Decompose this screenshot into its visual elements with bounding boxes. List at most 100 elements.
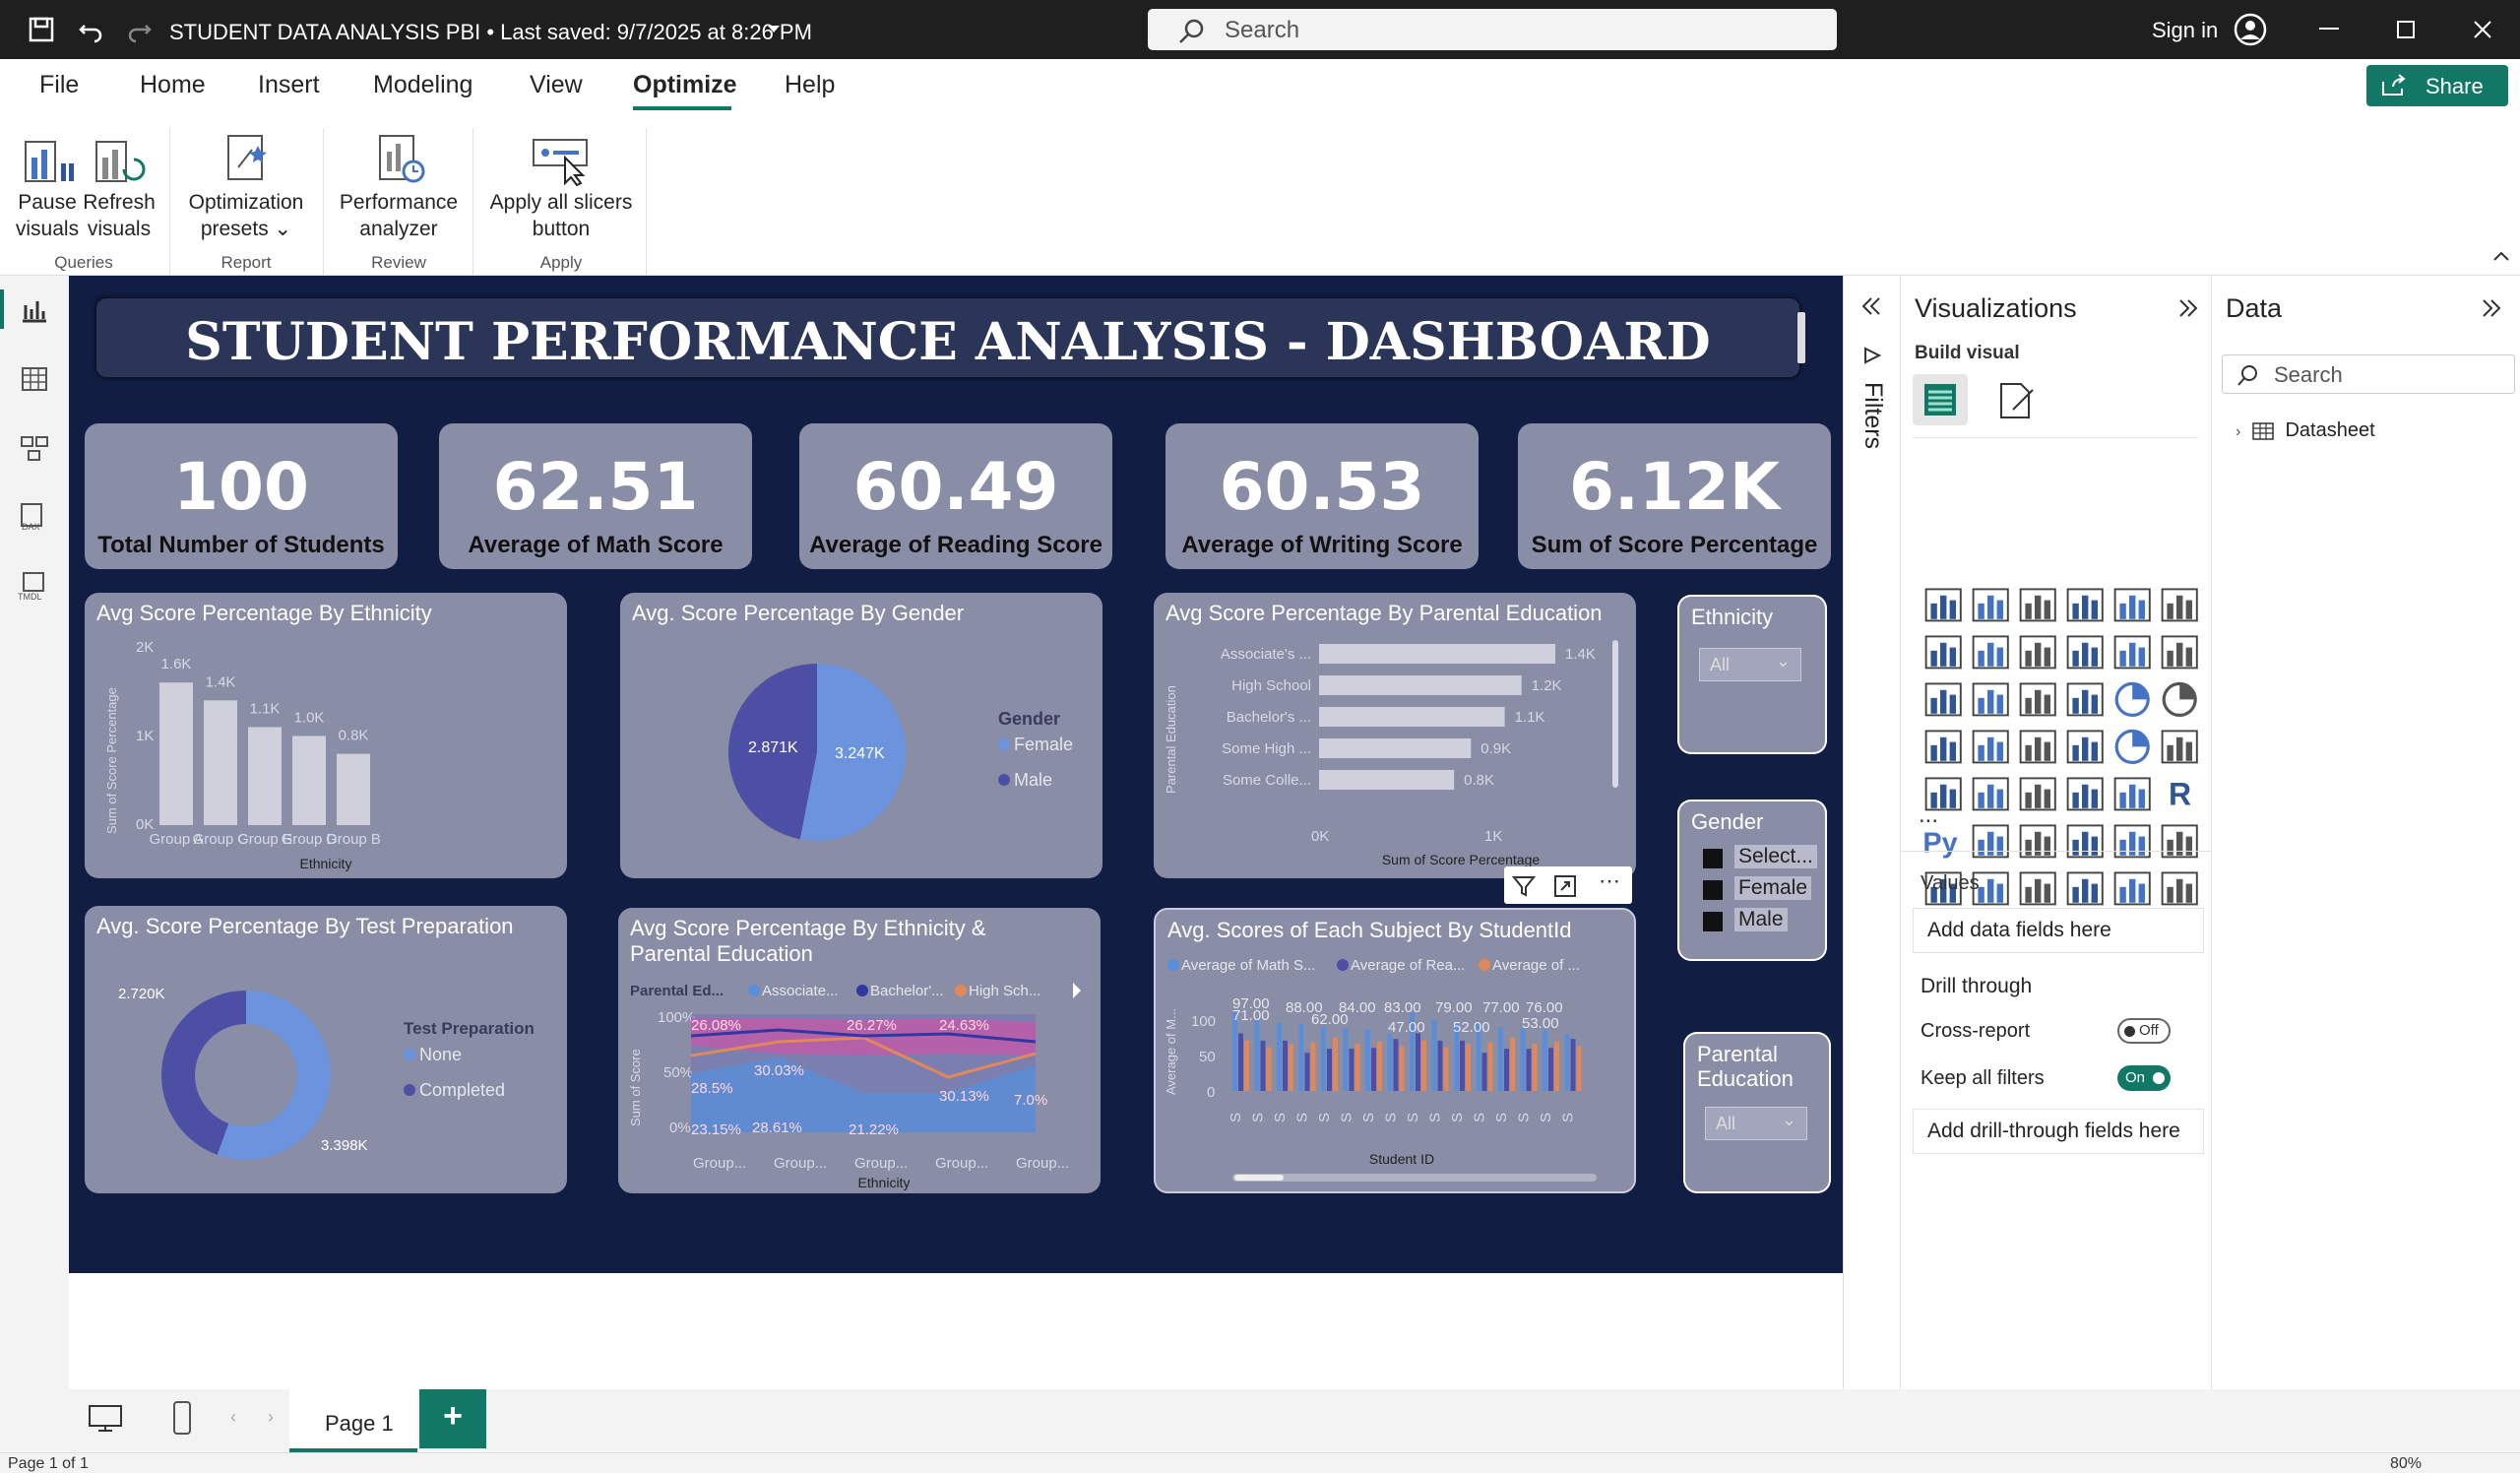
bar[interactable]: [1431, 1019, 1437, 1091]
collapse-ribbon-icon[interactable]: [2492, 250, 2510, 262]
slicer-ethnicity[interactable]: Ethnicity All ⌄: [1677, 595, 1827, 754]
bar[interactable]: [1510, 1037, 1515, 1091]
gender-option-male[interactable]: Male: [1703, 908, 1788, 931]
qna-visual-icon[interactable]: [2064, 821, 2106, 863]
dax-query-view-icon[interactable]: DAX: [18, 502, 51, 532]
goals-visual-icon[interactable]: [2159, 821, 2200, 863]
scatter-visual-icon[interactable]: [2064, 679, 2106, 721]
bar[interactable]: [1266, 1047, 1272, 1091]
table-datasheet[interactable]: › Datasheet: [2236, 419, 2375, 442]
menu-help[interactable]: Help: [785, 71, 835, 99]
treemap-visual-icon[interactable]: [1922, 727, 1964, 768]
menu-modeling[interactable]: Modeling: [373, 71, 472, 99]
slicer-gender[interactable]: Gender Select... Female Male: [1677, 800, 1827, 961]
line-column-visual-icon[interactable]: [2111, 632, 2153, 673]
collapse-data-icon[interactable]: [2480, 297, 2503, 319]
line-visual-icon[interactable]: [1922, 632, 1964, 673]
filter-icon[interactable]: [1512, 874, 1536, 898]
bar[interactable]: [159, 682, 193, 825]
bar[interactable]: [1365, 1029, 1370, 1091]
funnel-visual-icon[interactable]: [2017, 679, 2058, 721]
add-page-button[interactable]: +: [419, 1389, 486, 1448]
bar[interactable]: [1498, 1026, 1503, 1091]
bar[interactable]: [1526, 1049, 1532, 1091]
mobile-layout-icon[interactable]: [171, 1399, 193, 1437]
bar[interactable]: [1260, 1040, 1266, 1091]
maximize-icon[interactable]: [2396, 20, 2416, 39]
menu-file[interactable]: File: [39, 71, 79, 99]
menu-optimize[interactable]: Optimize: [633, 71, 737, 99]
desktop-layout-icon[interactable]: [87, 1403, 126, 1435]
bar[interactable]: [204, 700, 237, 825]
share-button[interactable]: Share ⌄: [2366, 65, 2508, 124]
pause-visuals-button[interactable]: Pause visuals: [12, 189, 83, 242]
bar[interactable]: [1343, 1028, 1349, 1091]
minimize-icon[interactable]: [2319, 28, 2341, 32]
slicer-new-visual-icon[interactable]: [2017, 868, 2058, 910]
chart-test-preparation[interactable]: Avg. Score Percentage By Test Preparatio…: [85, 906, 567, 1193]
key-influencers-visual-icon[interactable]: [1970, 821, 2011, 863]
scroll-right-icon[interactable]: [1073, 983, 1081, 998]
menu-home[interactable]: Home: [140, 71, 206, 99]
bar[interactable]: [292, 736, 326, 826]
100pct-area-visual-icon[interactable]: [2064, 632, 2106, 673]
collapse-viz-icon[interactable]: [2176, 297, 2200, 319]
account-icon[interactable]: [2233, 12, 2268, 47]
bar[interactable]: [1460, 1040, 1465, 1091]
save-icon[interactable]: [28, 16, 55, 43]
close-icon[interactable]: [2473, 20, 2492, 39]
expand-filters-icon[interactable]: [1859, 295, 1883, 317]
bar[interactable]: [1576, 1046, 1582, 1091]
focus-mode-icon[interactable]: [1553, 874, 1577, 898]
bar[interactable]: [1421, 1040, 1426, 1091]
undo-icon[interactable]: [77, 16, 104, 43]
gender-option-select[interactable]: Select...: [1703, 845, 1817, 868]
stacked-column-visual-icon[interactable]: [1970, 585, 2011, 626]
parental-dropdown[interactable]: All ⌄: [1705, 1107, 1807, 1140]
clustered-column-visual-icon[interactable]: [2064, 585, 2106, 626]
chart-parental-education[interactable]: Avg Score Percentage By Parental Educati…: [1154, 593, 1636, 878]
r-script-visual-icon[interactable]: R: [2159, 774, 2200, 815]
100pct-bar-visual-icon[interactable]: [2111, 585, 2153, 626]
table-visual-icon[interactable]: [2064, 774, 2106, 815]
more-visuals-icon[interactable]: ...: [1919, 801, 1938, 829]
chevron-down-icon[interactable]: [766, 24, 782, 35]
chart-scores-by-student[interactable]: Avg. Scores of Each Subject By StudentId…: [1154, 908, 1636, 1193]
values-drop-zone[interactable]: Add data fields here: [1913, 908, 2204, 953]
stacked-bar-visual-icon[interactable]: [1922, 585, 1964, 626]
data-search-input[interactable]: Search: [2222, 354, 2515, 394]
area-visual-icon[interactable]: [1970, 632, 2011, 673]
bar[interactable]: [1319, 738, 1472, 758]
bar[interactable]: [1238, 1033, 1243, 1091]
bar[interactable]: [1437, 1040, 1443, 1091]
bar[interactable]: [1564, 1034, 1570, 1091]
bar[interactable]: [248, 727, 282, 825]
bar[interactable]: [1321, 1026, 1326, 1091]
chart-gender[interactable]: Avg. Score Percentage By Gender 2.871K 3…: [620, 593, 1102, 878]
tab-page-1[interactable]: Page 1: [289, 1389, 417, 1452]
redo-icon[interactable]: [126, 16, 154, 43]
menu-insert[interactable]: Insert: [258, 71, 320, 99]
gender-option-female[interactable]: Female: [1703, 876, 1812, 900]
bar[interactable]: [1399, 1046, 1405, 1091]
bar[interactable]: [1277, 1022, 1282, 1091]
bar[interactable]: [1283, 1040, 1288, 1091]
gauge-visual-icon[interactable]: [2111, 727, 2153, 768]
bar[interactable]: [1481, 1053, 1487, 1091]
azure-map-visual-icon[interactable]: [2064, 727, 2106, 768]
filled-map-visual-icon[interactable]: [2017, 727, 2058, 768]
chart-ethnicity-parental[interactable]: Avg Score Percentage By Ethnicity & Paren…: [618, 908, 1101, 1193]
stacked-area-visual-icon[interactable]: [2017, 632, 2058, 673]
pie-visual-icon[interactable]: [2111, 679, 2153, 721]
decomposition-tree-visual-icon[interactable]: [2017, 821, 2058, 863]
bar[interactable]: [1554, 1041, 1559, 1091]
bar[interactable]: [1319, 707, 1505, 727]
slicer-parental-education[interactable]: Parental Education All ⌄: [1683, 1032, 1831, 1193]
100pct-column-visual-icon[interactable]: [2159, 585, 2200, 626]
performance-analyzer-button[interactable]: Performance analyzer: [333, 189, 465, 242]
bar[interactable]: [1570, 1039, 1576, 1091]
signin-link[interactable]: Sign in: [2152, 18, 2218, 43]
bar[interactable]: [1244, 1040, 1249, 1091]
bar[interactable]: [1289, 1044, 1293, 1091]
checkbox[interactable]: [1703, 879, 1723, 900]
